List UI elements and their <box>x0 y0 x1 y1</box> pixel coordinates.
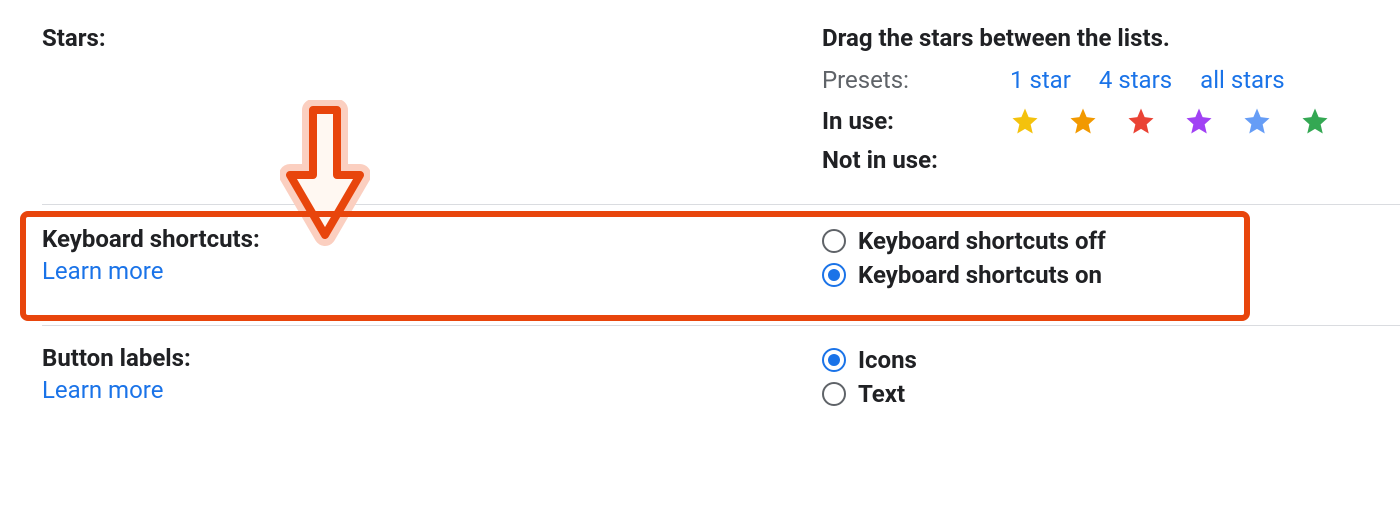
keyboard-shortcuts-off-label: Keyboard shortcuts off <box>858 227 1106 255</box>
presets-label: Presets: <box>822 66 982 94</box>
button-labels-label: Button labels: <box>42 344 822 372</box>
purple-star-icon[interactable] <box>1184 106 1214 136</box>
keyboard-shortcuts-on-label: Keyboard shortcuts on <box>858 261 1102 289</box>
yellow-star-icon[interactable] <box>1010 106 1040 136</box>
stars-label: Stars: <box>42 24 822 52</box>
keyboard-shortcuts-on-radio[interactable] <box>822 263 846 287</box>
green-star-icon[interactable] <box>1300 106 1330 136</box>
button-labels-icons-radio[interactable] <box>822 348 846 372</box>
preset-1-star[interactable]: 1 star <box>1010 66 1071 94</box>
button-labels-icons-label: Icons <box>858 346 917 374</box>
button-labels-text-radio[interactable] <box>822 382 846 406</box>
keyboard-shortcuts-learn-more-link[interactable]: Learn more <box>42 257 822 285</box>
keyboard-shortcuts-off-radio[interactable] <box>822 229 846 253</box>
orange-star-icon[interactable] <box>1068 106 1098 136</box>
stars-instruction: Drag the stars between the lists. <box>822 24 1400 52</box>
preset-4-stars[interactable]: 4 stars <box>1099 66 1172 94</box>
button-labels-text-label: Text <box>858 380 905 408</box>
button-labels-learn-more-link[interactable]: Learn more <box>42 376 822 404</box>
red-star-icon[interactable] <box>1126 106 1156 136</box>
blue-star-icon[interactable] <box>1242 106 1272 136</box>
in-use-label: In use: <box>822 107 1010 135</box>
keyboard-shortcuts-label: Keyboard shortcuts: <box>42 225 822 253</box>
not-in-use-label: Not in use: <box>822 146 1010 174</box>
preset-all-stars[interactable]: all stars <box>1200 66 1285 94</box>
